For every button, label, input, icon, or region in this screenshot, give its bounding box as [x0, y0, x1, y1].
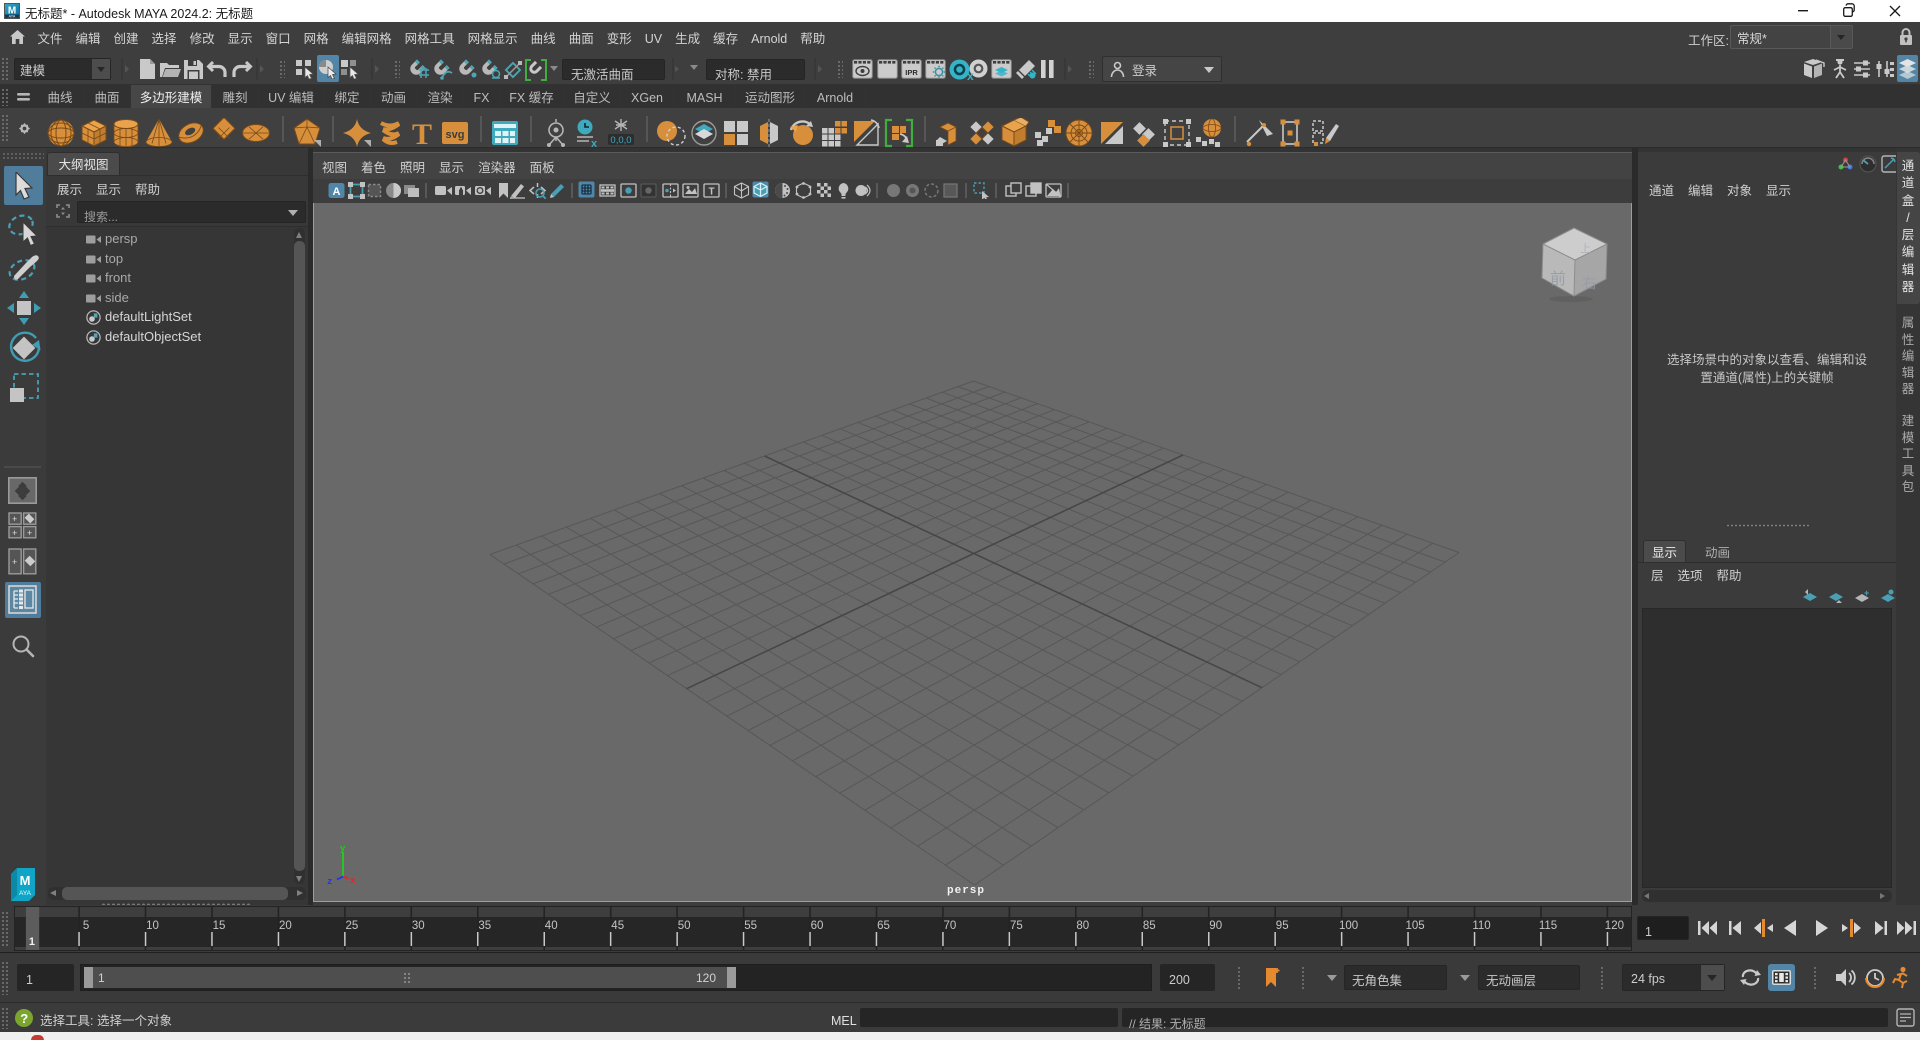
svg-text:1: 1	[29, 936, 35, 948]
svg-text:90: 90	[1209, 920, 1222, 932]
svg-text:100: 100	[1339, 920, 1358, 932]
svg-text:T: T	[708, 187, 714, 198]
svg-text:AYA: AYA	[9, 15, 16, 19]
svg-text:35: 35	[478, 920, 491, 932]
svg-text:+: +	[12, 557, 17, 567]
svg-text:65: 65	[877, 920, 890, 932]
svg-text:70: 70	[944, 920, 957, 932]
svg-text:T: T	[412, 118, 432, 148]
svg-text:105: 105	[1406, 920, 1425, 932]
svg-text:85: 85	[1143, 920, 1156, 932]
svg-text:10: 10	[146, 920, 159, 932]
svg-text:x: x	[591, 138, 598, 148]
svg-text:80: 80	[1076, 920, 1089, 932]
svg-text:y: y	[340, 845, 346, 854]
svg-text:120: 120	[1605, 920, 1624, 932]
svg-text:95: 95	[1276, 920, 1289, 932]
svg-text:右: 右	[1582, 272, 1597, 293]
svg-text:15: 15	[213, 920, 226, 932]
svg-text:+: +	[27, 528, 32, 538]
svg-text:+: +	[12, 514, 17, 524]
svg-text:x: x	[967, 69, 974, 81]
svg-text:45: 45	[611, 920, 624, 932]
svg-text:60: 60	[811, 920, 824, 932]
svg-text:25: 25	[346, 920, 359, 932]
svg-text:110: 110	[1472, 920, 1490, 932]
svg-text:20: 20	[279, 920, 292, 932]
svg-text:0,0,0: 0,0,0	[610, 135, 631, 146]
svg-text:5: 5	[83, 920, 89, 932]
svg-text:+: +	[12, 528, 17, 538]
svg-text:A: A	[333, 186, 341, 198]
svg-text:55: 55	[744, 920, 757, 932]
svg-text:+: +	[1864, 588, 1869, 598]
svg-text:svg: svg	[445, 129, 464, 141]
svg-text:IPR: IPR	[905, 68, 918, 77]
svg-text:M: M	[20, 873, 31, 888]
svg-text:50: 50	[678, 920, 691, 932]
svg-text:x: x	[350, 876, 356, 885]
svg-text:30: 30	[412, 920, 425, 932]
svg-text:z: z	[327, 877, 332, 885]
svg-text:AYA: AYA	[19, 890, 32, 897]
svg-text:75: 75	[1010, 920, 1023, 932]
svg-text:115: 115	[1539, 920, 1557, 932]
svg-text:上: 上	[1580, 240, 1591, 256]
svg-text:前: 前	[1550, 265, 1566, 289]
svg-text:40: 40	[545, 920, 558, 932]
